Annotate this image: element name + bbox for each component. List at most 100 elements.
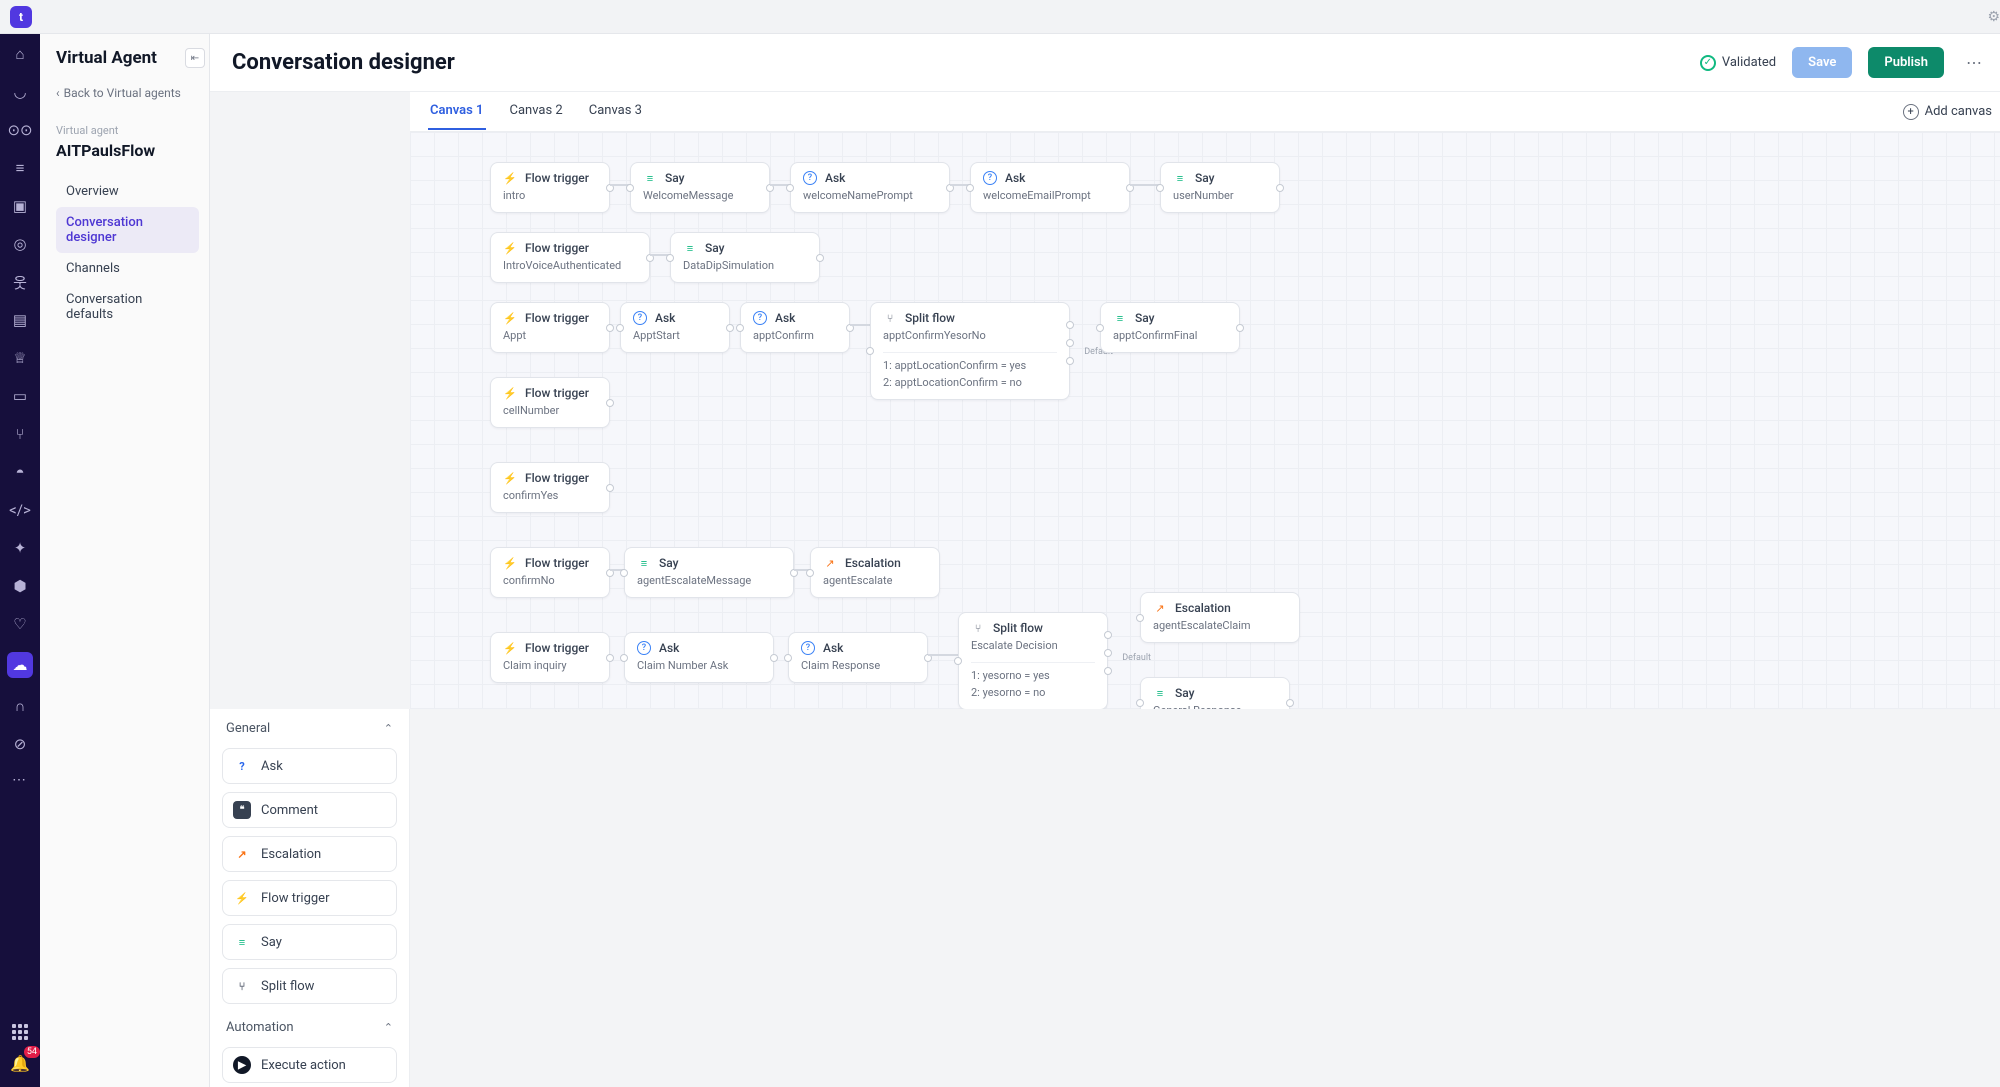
node-ask[interactable]: ?Ask ApptStart [620, 302, 730, 353]
notification-count-badge: 54 [24, 1046, 40, 1058]
node-flow-trigger[interactable]: ⚡Flow trigger Appt [490, 302, 610, 353]
voicemail-icon[interactable]: ⊙⊙ [10, 120, 30, 140]
collapse-sidebar-button[interactable]: ⇤ [185, 48, 205, 68]
node-flow-trigger[interactable]: ⚡Flow trigger confirmYes [490, 462, 610, 513]
gear-icon[interactable]: ⚙ [1987, 9, 2000, 25]
node-say[interactable]: ≡Say WelcomeMessage [630, 162, 770, 213]
node-say[interactable]: ≡Say General Response [1140, 677, 1290, 709]
sidebar-kicker: Virtual agent [56, 124, 199, 137]
more-icon[interactable]: ⋯ [12, 772, 28, 788]
node-ask[interactable]: ?Ask welcomeNamePrompt [790, 162, 950, 213]
chevron-left-icon: ‹ [56, 86, 60, 100]
node-flow-trigger[interactable]: ⚡Flow trigger IntroVoiceAuthenticated [490, 232, 650, 283]
flow-trigger-icon: ⚡ [503, 311, 517, 325]
node-say[interactable]: ≡Say agentEscalateMessage [624, 547, 794, 598]
add-canvas-button[interactable]: + Add canvas [1903, 104, 1992, 120]
chevron-up-icon: ⌃ [384, 722, 393, 735]
puzzle-icon[interactable]: ✦ [10, 538, 30, 558]
tab-canvas-2[interactable]: Canvas 2 [508, 93, 565, 130]
split-flow-icon: ⑂ [883, 311, 897, 325]
trophy-icon[interactable]: ♕ [10, 348, 30, 368]
save-button[interactable]: Save [1792, 47, 1852, 78]
settings-icon[interactable]: ≡ [10, 158, 30, 178]
add-canvas-label: Add canvas [1925, 104, 1992, 119]
heart-icon[interactable]: ♡ [10, 614, 30, 634]
ask-icon: ? [233, 757, 251, 775]
palette-item-flow-trigger[interactable]: ⚡ Flow trigger [222, 880, 397, 916]
palette-item-comment-label: Comment [261, 803, 318, 818]
shield-icon[interactable]: ◓ [10, 462, 30, 482]
palette-item-execute-action[interactable]: ▶ Execute action [222, 1047, 397, 1083]
nav-conversation-designer[interactable]: Conversation designer [56, 207, 199, 253]
page-title: Conversation designer [232, 50, 455, 75]
branch-icon[interactable]: ⑂ [10, 424, 30, 444]
more-actions-button[interactable]: ⋯ [1960, 49, 1988, 77]
say-icon: ≡ [1153, 686, 1167, 700]
palette-item-split-flow-label: Split flow [261, 979, 314, 994]
tab-canvas-3[interactable]: Canvas 3 [587, 93, 644, 130]
clipboard-icon[interactable]: ▤ [10, 310, 30, 330]
palette-item-ask-label: Ask [261, 759, 283, 774]
node-say[interactable]: ≡Say DataDipSimulation [670, 232, 820, 283]
palette-item-say[interactable]: ≡ Say [222, 924, 397, 960]
apps-grid-icon[interactable] [12, 1024, 28, 1040]
say-icon: ≡ [1173, 171, 1187, 185]
nav-channels[interactable]: Channels [56, 253, 199, 284]
target-icon[interactable]: ◎ [10, 234, 30, 254]
canvas-tabs: Canvas 1 Canvas 2 Canvas 3 + Add canvas [410, 92, 2000, 132]
node-escalation[interactable]: ↗Escalation agentEscalate [810, 547, 940, 598]
palette-section-general-label: General [226, 721, 270, 736]
palette-item-escalation[interactable]: ↗ Escalation [222, 836, 397, 872]
book-icon[interactable]: ▭ [10, 386, 30, 406]
node-ask[interactable]: ?Ask apptConfirm [740, 302, 850, 353]
escalation-icon: ↗ [233, 845, 251, 863]
node-flow-trigger[interactable]: ⚡Flow trigger Claim inquiry [490, 632, 610, 683]
ask-icon: ? [983, 171, 997, 185]
node-escalation[interactable]: ↗Escalation agentEscalateClaim [1140, 592, 1300, 643]
back-link[interactable]: ‹ Back to Virtual agents [56, 86, 199, 100]
node-ask[interactable]: ?Ask Claim Response [788, 632, 928, 683]
node-flow-trigger[interactable]: ⚡Flow trigger intro [490, 162, 610, 213]
headset-icon[interactable]: ∩ [10, 696, 30, 716]
publish-button[interactable]: Publish [1868, 47, 1944, 78]
comment-icon: ❝ [233, 801, 251, 819]
app-logo[interactable]: t [10, 6, 32, 28]
contacts-icon[interactable]: ▣ [10, 196, 30, 216]
compass-icon[interactable]: ⊘ [10, 734, 30, 754]
node-say[interactable]: ≡Say userNumber [1160, 162, 1280, 213]
node-flow-trigger[interactable]: ⚡Flow trigger confirmNo [490, 547, 610, 598]
split-flow-icon: ⑂ [971, 621, 985, 635]
node-flow-trigger[interactable]: ⚡Flow trigger cellNumber [490, 377, 610, 428]
node-split-flow[interactable]: ⑂Split flow Escalate Decision 1: yesorno… [958, 612, 1108, 709]
palette-item-flow-trigger-label: Flow trigger [261, 891, 329, 906]
palette-section-general[interactable]: General ⌃ [222, 713, 397, 744]
node-palette: General ⌃ ? Ask ❝ Comment ↗ Escalation [210, 709, 410, 1087]
nav-overview[interactable]: Overview [56, 176, 199, 207]
people-icon[interactable]: 웃 [10, 272, 30, 292]
home-icon[interactable]: ⌂ [10, 44, 30, 64]
chat-icon[interactable]: ☁ [7, 652, 33, 678]
tab-canvas-1[interactable]: Canvas 1 [428, 93, 486, 130]
global-rail: ⌂ ◡ ⊙⊙ ≡ ▣ ◎ 웃 ▤ ♕ ▭ ⑂ ◓ </> ✦ ⬢ ♡ ☁ ∩ ⊘… [0, 34, 40, 1087]
agent-name: AITPaulsFlow [56, 141, 199, 160]
cube-icon[interactable]: ⬢ [10, 576, 30, 596]
system-titlebar: t ⚙ [0, 0, 2000, 34]
page-header: Conversation designer ✓ Validated Save P… [210, 34, 2000, 92]
node-say[interactable]: ≡Say apptConfirmFinal [1100, 302, 1240, 353]
palette-item-split-flow[interactable]: ⑂ Split flow [222, 968, 397, 1004]
user-icon[interactable]: ◡ [10, 82, 30, 102]
nav-conversation-defaults[interactable]: Conversation defaults [56, 284, 199, 330]
validated-status: ✓ Validated [1700, 55, 1776, 71]
node-ask[interactable]: ?Ask Claim Number Ask [624, 632, 774, 683]
node-split-flow[interactable]: ⑂Split flow apptConfirmYesorNo 1: apptLo… [870, 302, 1070, 400]
ask-icon: ? [637, 641, 651, 655]
code-icon[interactable]: </> [10, 500, 30, 520]
node-ask[interactable]: ?Ask welcomeEmailPrompt [970, 162, 1130, 213]
escalation-icon: ↗ [823, 556, 837, 570]
palette-item-ask[interactable]: ? Ask [222, 748, 397, 784]
say-icon: ≡ [637, 556, 651, 570]
notifications-icon[interactable]: 🔔54 [10, 1054, 30, 1073]
palette-section-automation[interactable]: Automation ⌃ [222, 1012, 397, 1043]
flow-canvas[interactable]: ⚡Flow trigger intro ≡Say WelcomeMessage … [410, 132, 2000, 709]
palette-item-comment[interactable]: ❝ Comment [222, 792, 397, 828]
